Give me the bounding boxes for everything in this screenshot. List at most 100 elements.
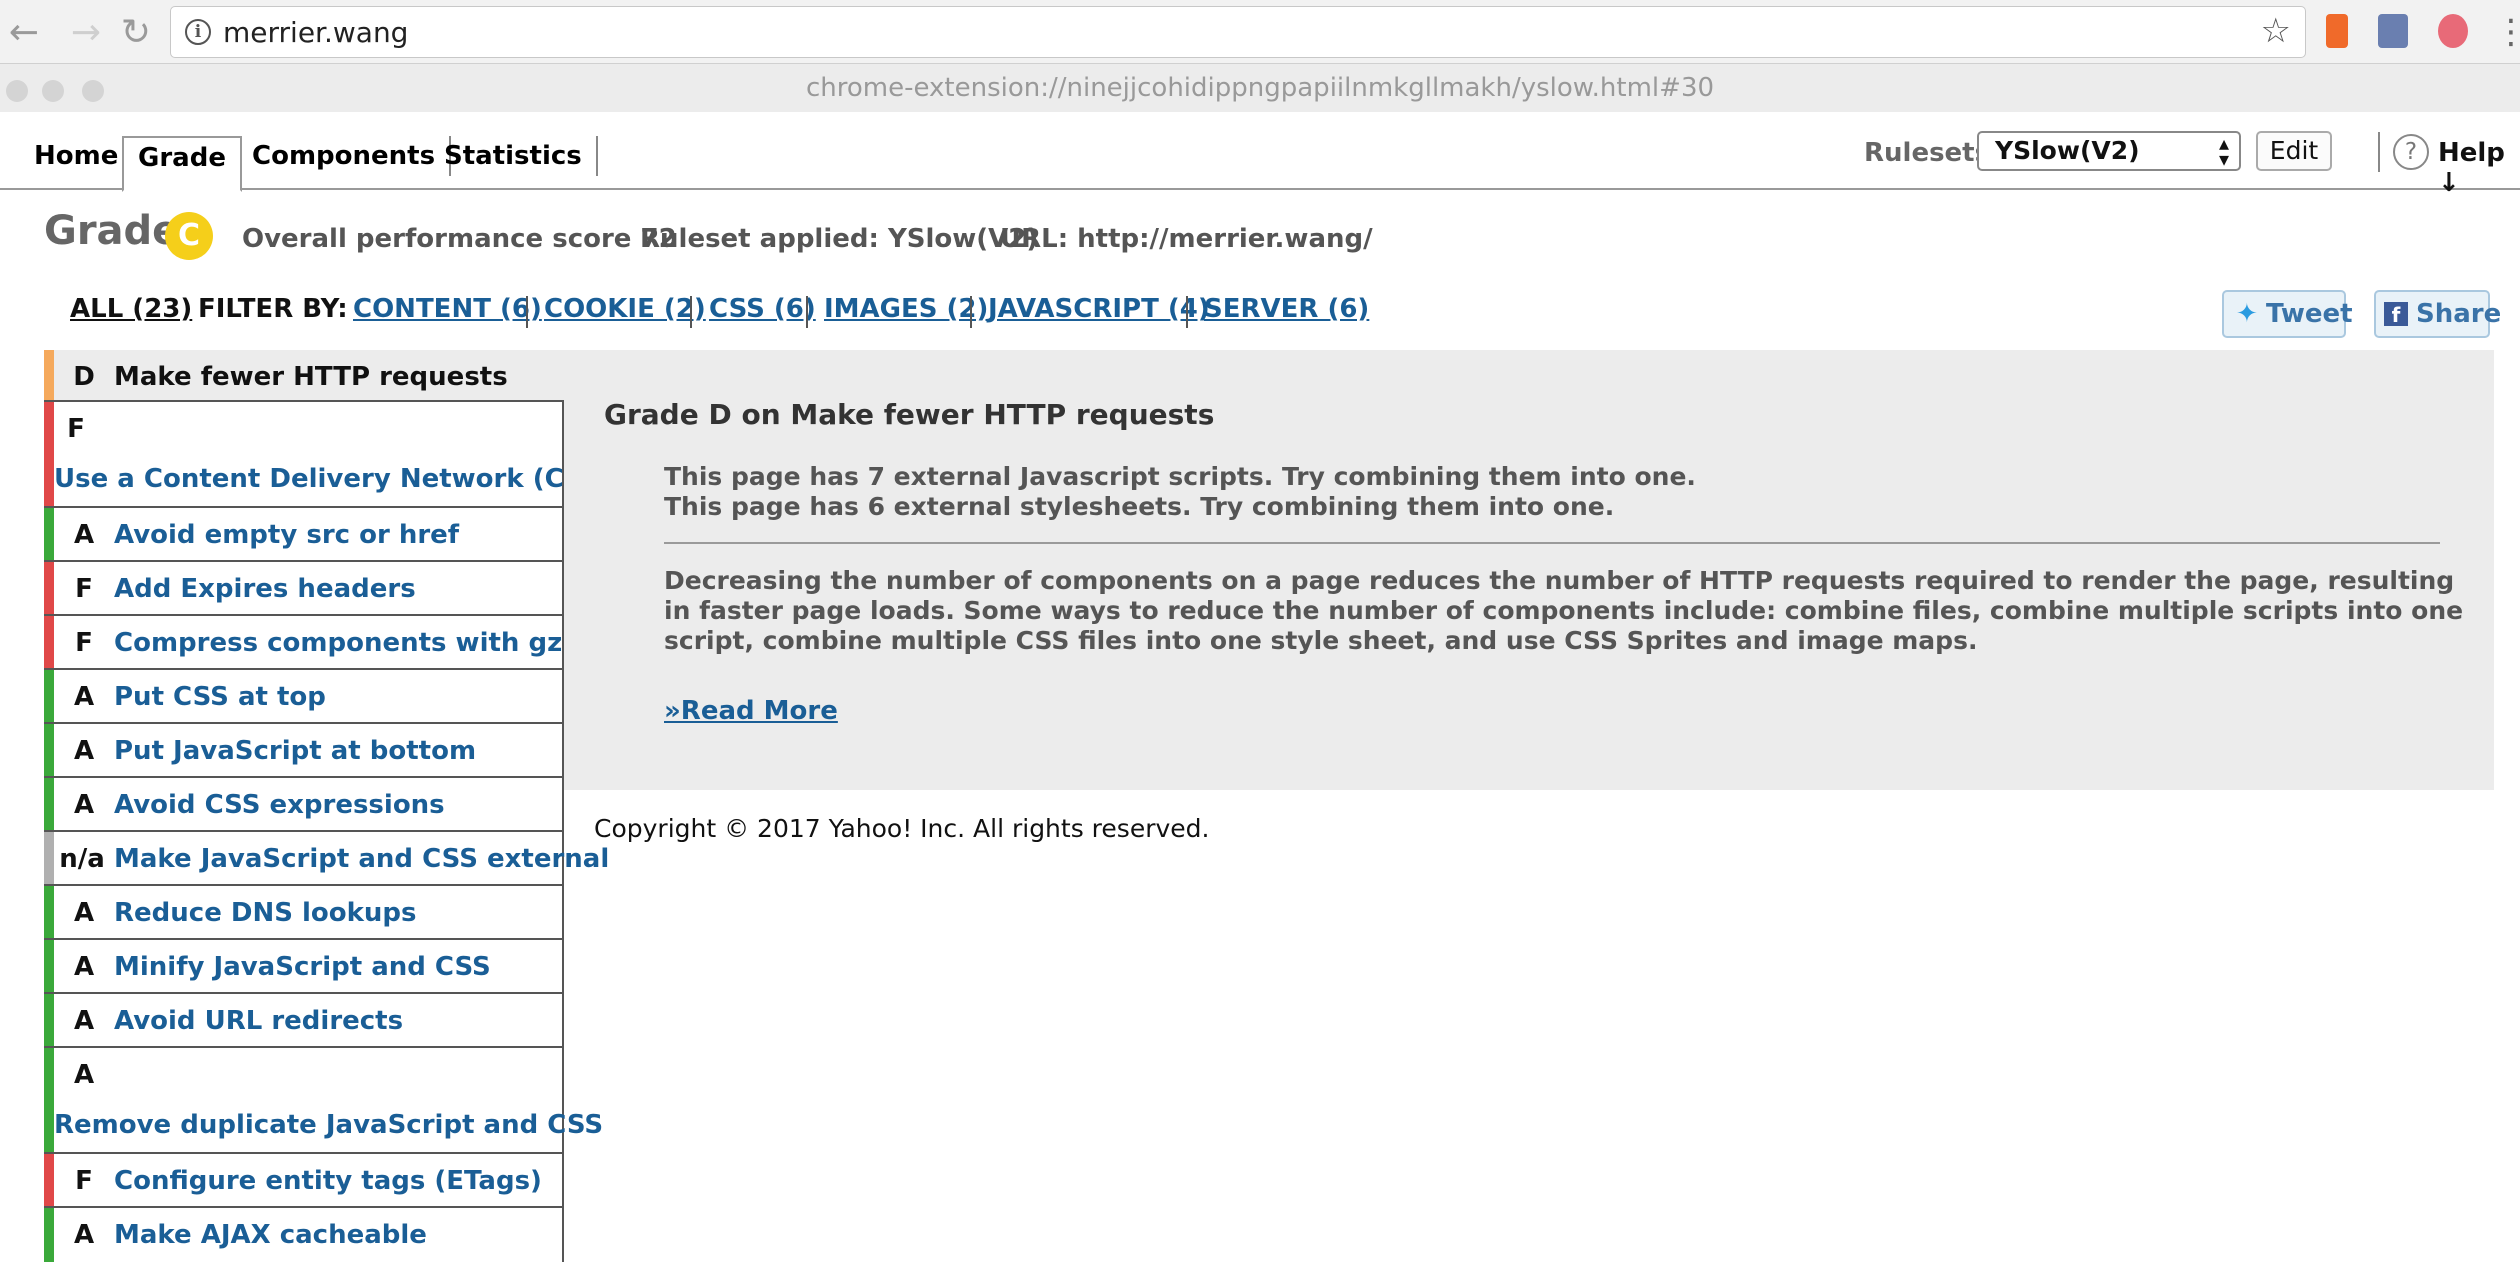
bookmark-star-icon[interactable]: ☆ <box>2261 11 2291 51</box>
office-extension-icon[interactable] <box>2326 14 2348 48</box>
browser-menu-icon[interactable]: ⋮ <box>2494 8 2520 56</box>
filter-all[interactable]: ALL (23) <box>70 294 192 324</box>
rule-item-cdn[interactable]: F Use a Content Delivery Network (CDN) <box>44 402 619 508</box>
rule-item-expires-headers[interactable]: F Add Expires headers <box>44 562 564 616</box>
rule-item-js-bottom[interactable]: A Put JavaScript at bottom <box>44 724 564 778</box>
tab-components[interactable]: Components <box>238 136 452 176</box>
share-label: Share <box>2416 299 2502 329</box>
rule-grade: A <box>73 520 95 550</box>
rule-grade: A <box>73 898 95 928</box>
rule-name[interactable]: Remove duplicate JavaScript and CSS <box>54 1110 603 1140</box>
address-url[interactable]: merrier.wang <box>223 16 408 49</box>
rule-name[interactable]: Use a Content Delivery Network (CDN) <box>54 464 619 494</box>
filter-cookie[interactable]: COOKIE (2) <box>544 294 706 324</box>
forward-arrow-icon[interactable]: → <box>62 8 110 56</box>
tweet-button[interactable]: ✦ Tweet <box>2222 290 2353 338</box>
rule-name[interactable]: Add Expires headers <box>114 574 416 604</box>
grade-color-bar <box>44 1048 54 1152</box>
rule-item-external-js-css[interactable]: n/a Make JavaScript and CSS external <box>44 832 609 886</box>
copyright-footer: Copyright © 2017 Yahoo! Inc. All rights … <box>594 814 1210 843</box>
rule-name[interactable]: Compress components with gzip <box>114 628 590 658</box>
rule-name[interactable]: Reduce DNS lookups <box>114 898 417 928</box>
rule-name[interactable]: Avoid CSS expressions <box>114 790 445 820</box>
rule-item-etags[interactable]: F Configure entity tags (ETags) <box>44 1154 564 1208</box>
tab-home[interactable]: Home <box>20 136 132 176</box>
rule-item-minify[interactable]: A Minify JavaScript and CSS <box>44 940 564 994</box>
grade-color-bar <box>44 994 54 1046</box>
extension-icon[interactable] <box>2378 14 2408 48</box>
grade-color-bar <box>44 508 54 560</box>
rule-name[interactable]: Make fewer HTTP requests <box>114 362 508 392</box>
filter-server[interactable]: SERVER (6) <box>1204 294 1369 324</box>
rule-grade: D <box>73 362 95 392</box>
back-arrow-icon[interactable]: ← <box>0 8 48 56</box>
tab-grade[interactable]: Grade <box>122 136 242 192</box>
rule-name[interactable]: Avoid URL redirects <box>114 1006 403 1036</box>
twitter-bird-icon: ✦ <box>2236 299 2258 329</box>
rule-item-css-expressions[interactable]: A Avoid CSS expressions <box>44 778 564 832</box>
grade-color-bar <box>44 940 54 992</box>
grade-color-bar <box>44 402 54 506</box>
rule-finding: This page has 6 external stylesheets. Tr… <box>664 492 1615 521</box>
tab-statistics[interactable]: Statistics <box>430 136 598 176</box>
yslow-extension-icon[interactable] <box>2438 14 2468 48</box>
rule-detail-heading: Grade D on Make fewer HTTP requests <box>604 398 1215 431</box>
rule-grade: A <box>73 1060 95 1090</box>
grade-color-bar <box>44 616 54 668</box>
page-url: URL: http://merrier.wang/ <box>1000 224 1373 254</box>
grade-color-bar <box>44 562 54 614</box>
rule-name[interactable]: Make JavaScript and CSS external <box>114 844 609 874</box>
rule-grade: A <box>73 736 95 766</box>
filter-separator <box>806 296 808 328</box>
help-menu[interactable]: Help ↓ <box>2438 138 2520 198</box>
ruleset-select[interactable]: YSlow(V2) ▴ ▾ <box>1977 131 2241 171</box>
address-bar[interactable]: i merrier.wang ☆ <box>170 6 2306 58</box>
rule-name[interactable]: Put CSS at top <box>114 682 326 712</box>
rule-name[interactable]: Put JavaScript at bottom <box>114 736 476 766</box>
rule-item-duplicate-js-css[interactable]: A Remove duplicate JavaScript and CSS <box>44 1048 603 1154</box>
detail-divider <box>664 542 2440 544</box>
filter-bar: ALL (23) FILTER BY: CONTENT (6) COOKIE (… <box>0 276 2520 350</box>
share-button[interactable]: f Share <box>2374 290 2501 338</box>
grade-color-bar <box>44 886 54 938</box>
rule-name[interactable]: Make AJAX cacheable <box>114 1220 427 1250</box>
filter-css[interactable]: CSS (6) <box>709 294 816 324</box>
rulesets-label: Rulesets <box>1864 138 1991 168</box>
grade-header: Grade C Overall performance score 72 Rul… <box>0 190 2520 276</box>
filter-separator <box>690 296 692 328</box>
edit-ruleset-button[interactable]: Edit <box>2256 131 2332 171</box>
rule-grade: F <box>75 628 93 658</box>
rule-grade: A <box>73 790 95 820</box>
filter-content[interactable]: CONTENT (6) <box>353 294 542 324</box>
rule-description: Decreasing the number of components on a… <box>664 566 2464 655</box>
overall-grade-badge: C <box>165 212 213 260</box>
filter-images[interactable]: IMAGES (2) <box>824 294 988 324</box>
filter-javascript[interactable]: JAVASCRIPT (4) <box>988 294 1210 324</box>
rule-item-gzip[interactable]: F Compress components with gzip <box>44 616 590 670</box>
overall-score: Overall performance score 72 <box>242 224 677 254</box>
read-more-link[interactable]: »Read More <box>664 696 838 726</box>
filter-separator <box>970 296 972 328</box>
site-info-icon[interactable]: i <box>185 19 211 45</box>
popup-title-bar: chrome-extension://ninejjcohidippngpapii… <box>0 64 2520 112</box>
reload-icon[interactable]: ↻ <box>112 8 160 56</box>
rule-grade: F <box>67 414 85 444</box>
rule-item-url-redirects[interactable]: A Avoid URL redirects <box>44 994 564 1048</box>
popup-title: chrome-extension://ninejjcohidippngpapii… <box>805 73 1715 103</box>
rule-item-empty-src[interactable]: A Avoid empty src or href <box>44 508 564 562</box>
rule-grade: A <box>73 1220 95 1250</box>
rule-name[interactable]: Avoid empty src or href <box>114 520 459 550</box>
rule-grade: F <box>75 1166 93 1196</box>
rule-name[interactable]: Configure entity tags (ETags) <box>114 1166 542 1196</box>
rule-item-fewer-http-requests[interactable]: D Make fewer HTTP requests <box>44 350 564 402</box>
yslow-tab-bar: Home Grade Components Statistics Ruleset… <box>0 112 2520 198</box>
help-question-icon[interactable]: ? <box>2393 134 2429 170</box>
rule-name[interactable]: Minify JavaScript and CSS <box>114 952 491 982</box>
toolbar-divider <box>2378 132 2380 172</box>
rule-finding: This page has 7 external Javascript scri… <box>664 462 1696 491</box>
ruleset-applied: Ruleset applied: YSlow(V2) <box>640 224 1039 254</box>
rule-item-dns-lookups[interactable]: A Reduce DNS lookups <box>44 886 564 940</box>
tweet-label: Tweet <box>2266 299 2353 329</box>
rule-grade: A <box>73 682 95 712</box>
rule-item-css-top[interactable]: A Put CSS at top <box>44 670 564 724</box>
